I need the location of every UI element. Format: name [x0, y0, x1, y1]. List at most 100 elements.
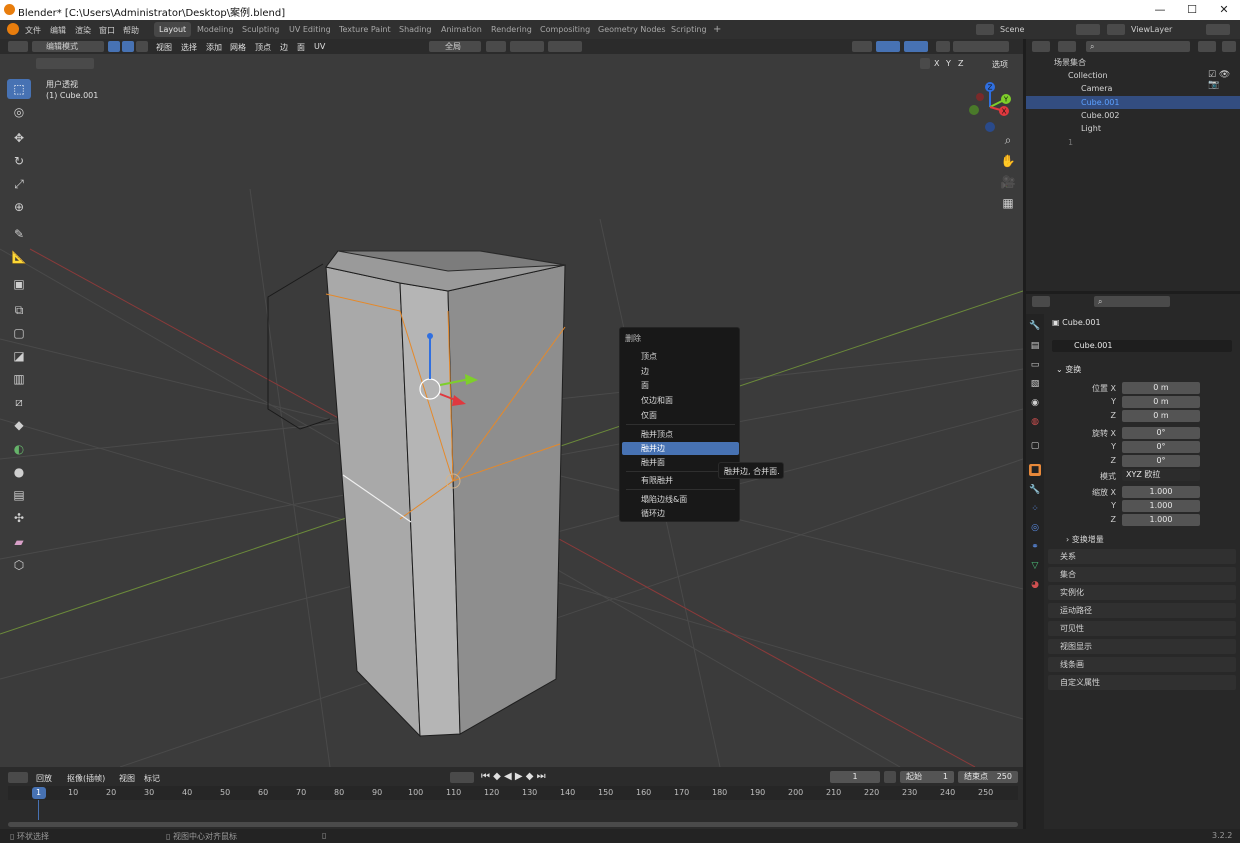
timeline-scrollbar[interactable] [8, 822, 1018, 827]
preview-range-icon[interactable] [884, 771, 896, 783]
transform-tool[interactable]: ⊕ [7, 197, 31, 217]
timeline-editor-icon[interactable] [8, 772, 28, 783]
menu-edit[interactable]: 编辑 [50, 25, 66, 36]
filter-icon[interactable] [1198, 41, 1216, 52]
properties-editor-icon[interactable] [1032, 296, 1050, 307]
tab-geometry-nodes[interactable]: Geometry Nodes [593, 22, 670, 37]
output-tab-icon[interactable]: ▭ [1029, 359, 1041, 371]
rip-tool[interactable]: ⬡ [7, 555, 31, 575]
tab-shading[interactable]: Shading [394, 22, 437, 37]
zoom-icon[interactable]: ⌕ [998, 131, 1018, 149]
outliner-search-input[interactable]: ⌕ [1086, 41, 1190, 52]
navigation-gizmo[interactable]: Z Y X [962, 79, 1018, 135]
panel-motion-paths[interactable]: 运动路径 [1048, 603, 1236, 618]
cursor-tool[interactable]: ◎ [7, 102, 31, 122]
move-tool[interactable]: ✥ [7, 128, 31, 148]
shear-tool[interactable]: ▰ [7, 532, 31, 552]
menu-item-only-faces[interactable]: 仅面 [620, 409, 741, 422]
tab-layout[interactable]: Layout [154, 22, 192, 37]
menu-help[interactable]: 帮助 [123, 25, 139, 36]
bevel-tool[interactable]: ◪ [7, 346, 31, 366]
annotate-tool[interactable]: ✎ [7, 224, 31, 244]
tab-uv-editing[interactable]: UV Editing [284, 22, 336, 37]
rotation-mode-dropdown[interactable]: XYZ 欧拉 [1122, 469, 1200, 481]
rotation-z-field[interactable]: 0° [1122, 455, 1200, 467]
tab-animation[interactable]: Animation [436, 22, 487, 37]
panel-instancing[interactable]: 实例化 [1048, 585, 1236, 600]
menu-item-dissolve-edges[interactable]: 融并边 [622, 442, 739, 455]
scale-x-field[interactable]: 1.000 [1122, 486, 1200, 498]
location-x-field[interactable]: 0 m [1122, 382, 1200, 394]
timeline-menu-keying[interactable]: 抠像(插帧) [67, 773, 105, 784]
new-collection-icon[interactable] [1222, 41, 1236, 52]
timeline-ruler[interactable]: 1 10 20 30 40 50 60 70 80 90 100 110 120… [8, 786, 1018, 800]
measure-tool[interactable]: 📐 [7, 247, 31, 267]
particles-tab-icon[interactable]: ⁘ [1029, 503, 1041, 515]
panel-collections[interactable]: 集合 [1048, 567, 1236, 582]
panel-custom-properties[interactable]: 自定义属性 [1048, 675, 1236, 690]
blender-menu-icon[interactable] [7, 23, 19, 35]
tab-rendering[interactable]: Rendering [486, 22, 537, 37]
auto-keying-icon[interactable] [450, 772, 474, 783]
rotation-x-field[interactable]: 0° [1122, 427, 1200, 439]
tab-compositing[interactable]: Compositing [535, 22, 595, 37]
scene-selector-icon[interactable] [976, 24, 994, 35]
transform-section-header[interactable]: ⌄ 变换 [1056, 364, 1081, 375]
spin-tool[interactable]: ◐ [7, 439, 31, 459]
viewlayer-name[interactable]: ViewLayer [1131, 25, 1172, 34]
material-tab-icon[interactable]: ◕ [1029, 579, 1041, 591]
camera-view-icon[interactable]: 🎥 [998, 173, 1018, 191]
outliner-item-1[interactable]: 1 [1026, 136, 1240, 149]
outliner-item-cube-002[interactable]: Cube.002 [1026, 109, 1240, 122]
menu-item-vertices[interactable]: 顶点 [620, 350, 741, 363]
physics-tab-icon[interactable]: ◎ [1029, 522, 1041, 534]
start-frame-field[interactable]: 起始 1 [900, 771, 954, 783]
outliner-item-cube-001[interactable]: Cube.001 [1026, 96, 1240, 109]
tab-sculpting[interactable]: Sculpting [237, 22, 284, 37]
panel-relations[interactable]: 关系 [1048, 549, 1236, 564]
poly-build-tool[interactable]: ◆ [7, 415, 31, 435]
scale-tool[interactable]: ⤢ [7, 174, 31, 194]
scale-z-field[interactable]: 1.000 [1122, 514, 1200, 526]
location-z-field[interactable]: 0 m [1122, 410, 1200, 422]
add-workspace-button[interactable]: + [708, 22, 726, 37]
panel-visibility[interactable]: 可见性 [1048, 621, 1236, 636]
tab-scripting[interactable]: Scripting [666, 22, 712, 37]
pan-hand-icon[interactable]: ✋ [998, 152, 1018, 170]
edge-slide-tool[interactable]: ▤ [7, 485, 31, 505]
smooth-tool[interactable]: ● [7, 462, 31, 482]
menu-window[interactable]: 窗口 [99, 25, 115, 36]
scene-name[interactable]: Scene [1000, 25, 1024, 34]
tab-texture-paint[interactable]: Texture Paint [334, 22, 396, 37]
timeline-menu-playback[interactable]: 回放 [36, 773, 52, 784]
menu-item-edges[interactable]: 边 [620, 365, 741, 378]
delta-transform-header[interactable]: › 变换增量 [1066, 534, 1104, 545]
menu-item-dissolve-vertices[interactable]: 融并顶点 [620, 428, 741, 441]
tab-modeling[interactable]: Modeling [192, 22, 238, 37]
menu-item-faces[interactable]: 面 [620, 379, 741, 392]
ortho-grid-icon[interactable]: ▦ [998, 194, 1018, 212]
visibility-eye-icons[interactable]: ☑ 👁 📷 [1208, 70, 1240, 90]
panel-line-art[interactable]: 线条画 [1048, 657, 1236, 672]
extrude-tool[interactable]: ⧉ [7, 300, 31, 320]
properties-search-input[interactable]: ⌕ [1094, 296, 1170, 307]
maximize-icon[interactable]: ☐ [1176, 0, 1208, 20]
minimize-icon[interactable]: — [1144, 0, 1176, 20]
modifier-tab-icon[interactable]: 🔧 [1029, 484, 1041, 496]
add-cube-tool[interactable]: ▣ [7, 274, 31, 294]
current-frame-field[interactable]: 1 [830, 771, 880, 783]
end-frame-field[interactable]: 结束点 250 [958, 771, 1018, 783]
outliner-scene-collection[interactable]: 场景集合 [1026, 56, 1240, 69]
view-layer-tab-icon[interactable]: ▧ [1029, 378, 1041, 390]
timeline-menu-view[interactable]: 视图 [119, 773, 135, 784]
shrink-fatten-tool[interactable]: ✣ [7, 508, 31, 528]
inset-tool[interactable]: ▢ [7, 323, 31, 343]
close-icon[interactable]: ✕ [1208, 0, 1240, 20]
location-y-field[interactable]: 0 m [1122, 396, 1200, 408]
outliner-item-light[interactable]: Light [1026, 122, 1240, 135]
playback-controls[interactable]: ⏮ ◆ ◀ ▶ ◆ ⏭ [481, 771, 546, 782]
scene-tab-icon[interactable]: ◉ [1029, 397, 1041, 409]
outliner-editor-icon[interactable] [1032, 41, 1050, 52]
menu-item-edge-loops[interactable]: 循环边 [620, 507, 741, 520]
object-tab-icon[interactable]: ■ [1029, 464, 1041, 476]
